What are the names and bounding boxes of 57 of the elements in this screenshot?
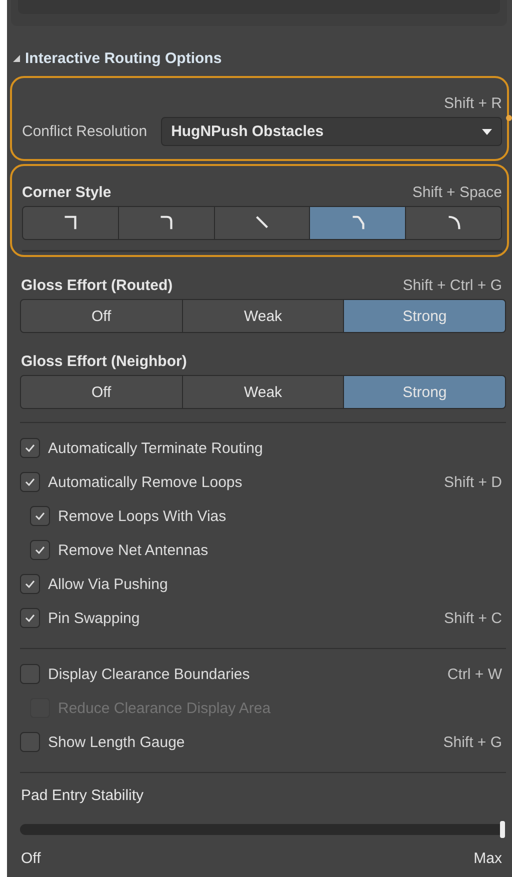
option-label: Gloss Effort (Neighbor) bbox=[21, 352, 187, 370]
field-label: Conflict Resolution bbox=[22, 123, 148, 140]
caret-icon bbox=[482, 128, 492, 134]
slider-min-label: Off bbox=[21, 850, 41, 866]
shortcut-label: Shift + R bbox=[444, 95, 502, 112]
corner-icon bbox=[159, 215, 174, 231]
segment-button[interactable]: Weak bbox=[182, 300, 344, 332]
check-icon bbox=[25, 478, 35, 486]
checkbox[interactable] bbox=[20, 472, 40, 492]
check-icon bbox=[25, 444, 35, 452]
option-label: Gloss Effort (Routed) bbox=[21, 276, 173, 294]
corner-icon bbox=[254, 215, 269, 231]
corner-style-button[interactable] bbox=[214, 207, 310, 239]
slider-track[interactable] bbox=[20, 821, 505, 838]
corner-style-button[interactable] bbox=[405, 207, 501, 239]
check-icon bbox=[35, 512, 45, 520]
slider-max-label: Max bbox=[474, 850, 502, 866]
shortcut-label: Shift + G bbox=[443, 734, 502, 750]
corner-style-button[interactable] bbox=[309, 207, 406, 239]
checkbox[interactable] bbox=[20, 732, 40, 752]
handle-dot bbox=[506, 115, 512, 121]
check-icon bbox=[25, 614, 35, 622]
checkbox-label: Allow Via Pushing bbox=[48, 576, 168, 592]
checkbox[interactable] bbox=[30, 540, 50, 560]
shortcut-label: Ctrl + W bbox=[447, 666, 502, 682]
checkbox-label: Show Length Gauge bbox=[48, 734, 185, 750]
collapse-arrow-icon[interactable] bbox=[13, 54, 20, 62]
checkbox-label: Display Clearance Boundaries bbox=[48, 666, 250, 682]
checkbox[interactable] bbox=[20, 438, 40, 458]
slider-thumb[interactable] bbox=[500, 821, 505, 838]
shortcut-label: Shift + Ctrl + G bbox=[402, 276, 502, 294]
segment-button[interactable]: Off bbox=[21, 300, 182, 332]
checkbox-label: Remove Net Antennas bbox=[58, 542, 208, 558]
section-title: Interactive Routing Options bbox=[25, 50, 222, 66]
checkbox-label: Automatically Remove Loops bbox=[48, 474, 242, 490]
corner-icon bbox=[446, 215, 461, 231]
check-icon bbox=[35, 546, 45, 554]
shortcut-label: Shift + D bbox=[444, 474, 502, 490]
checkbox[interactable] bbox=[20, 574, 40, 594]
corner-icon bbox=[350, 215, 365, 231]
corner-style-button[interactable] bbox=[23, 207, 118, 239]
dropdown[interactable]: HugNPush Obstacles bbox=[161, 117, 502, 146]
checkbox-label: Pin Swapping bbox=[48, 610, 140, 626]
checkbox[interactable] bbox=[20, 608, 40, 628]
segment-button[interactable]: Weak bbox=[182, 376, 344, 408]
option-label: Pad Entry Stability bbox=[21, 786, 144, 804]
shortcut-label: Shift + C bbox=[444, 610, 502, 626]
checkbox-label: Remove Loops With Vias bbox=[58, 508, 226, 524]
shortcut-label: Shift + Space bbox=[412, 184, 502, 200]
checkbox[interactable] bbox=[20, 664, 40, 684]
checkbox-label: Automatically Terminate Routing bbox=[48, 440, 263, 456]
check-icon bbox=[25, 580, 35, 588]
corner-style-button[interactable] bbox=[118, 207, 214, 239]
segment-button[interactable]: Off bbox=[21, 376, 182, 408]
checkbox[interactable] bbox=[30, 506, 50, 526]
corner-icon bbox=[63, 215, 78, 231]
option-label: Corner Style bbox=[22, 184, 112, 200]
